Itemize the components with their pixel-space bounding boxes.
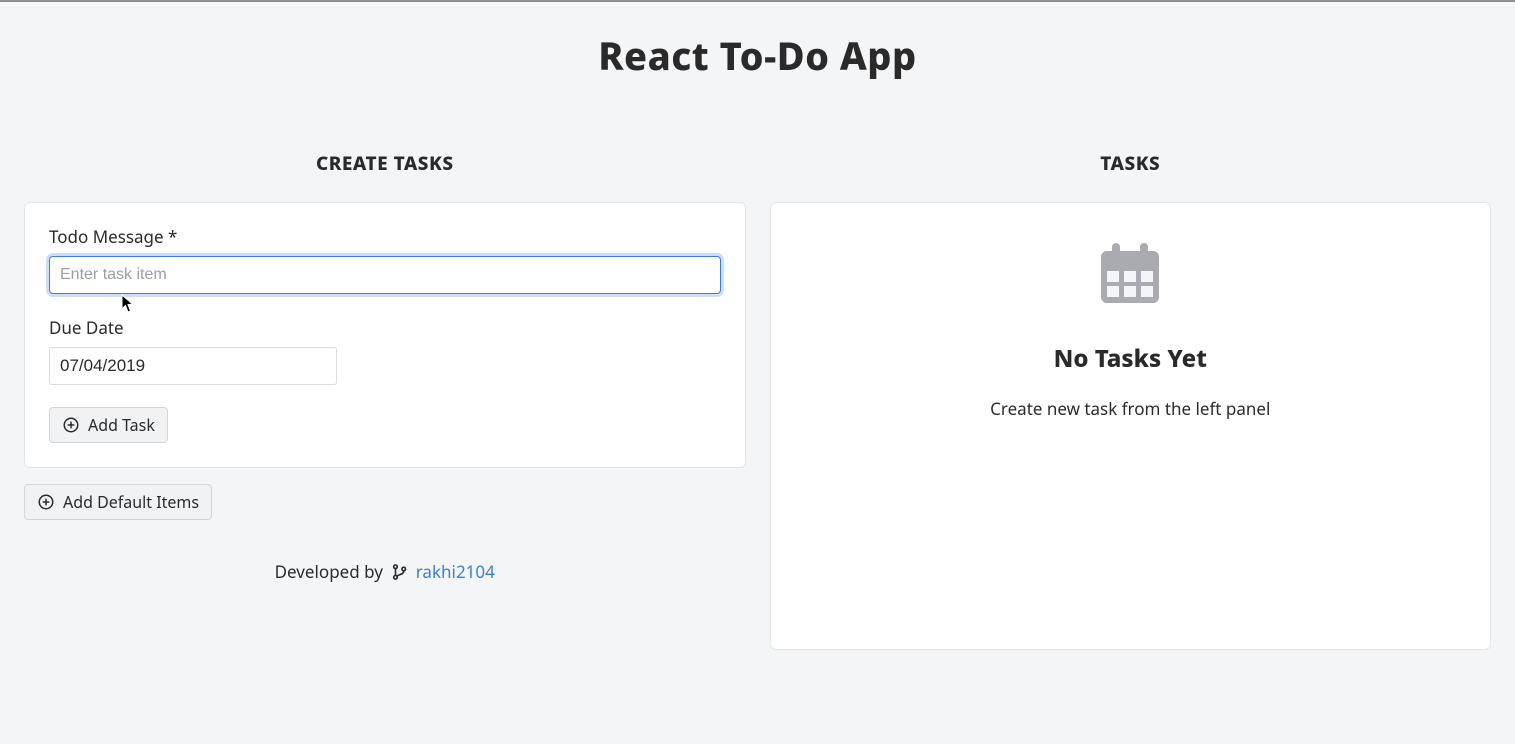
add-default-row: Add Default Items [24, 484, 746, 520]
add-task-button[interactable]: Add Task [49, 407, 168, 443]
due-date-label: Due Date [49, 316, 721, 339]
add-default-items-label: Add Default Items [63, 491, 199, 513]
tasks-heading: TASKS [770, 150, 1492, 176]
due-date-group: Due Date [49, 316, 721, 385]
page-title: React To-Do App [0, 2, 1515, 92]
todo-message-input[interactable] [49, 256, 721, 294]
create-task-card: Todo Message * Due Date Add Task [24, 202, 746, 468]
credit-user-link[interactable]: rakhi2104 [416, 560, 495, 583]
empty-state-subtitle: Create new task from the left panel [795, 397, 1467, 420]
credit-prefix: Developed by [275, 560, 388, 583]
todo-message-group: Todo Message * [49, 225, 721, 294]
main-columns: CREATE TASKS Todo Message * Due Date [0, 92, 1515, 650]
add-task-button-label: Add Task [88, 414, 155, 436]
git-branch-icon [391, 563, 409, 581]
create-tasks-heading: CREATE TASKS [24, 150, 746, 176]
tasks-column: TASKS No Tasks Yet Create new task from [770, 150, 1492, 650]
credit-line: Developed by rakhi2104 [24, 560, 746, 583]
plus-circle-icon [37, 493, 55, 511]
due-date-input[interactable] [49, 347, 337, 385]
plus-circle-icon [62, 416, 80, 434]
create-column: CREATE TASKS Todo Message * Due Date [24, 150, 746, 583]
empty-state-title: No Tasks Yet [795, 342, 1467, 375]
todo-message-label: Todo Message * [49, 225, 721, 248]
add-default-items-button[interactable]: Add Default Items [24, 484, 212, 520]
tasks-card: No Tasks Yet Create new task from the le… [770, 202, 1492, 650]
calendar-icon [1095, 239, 1165, 314]
